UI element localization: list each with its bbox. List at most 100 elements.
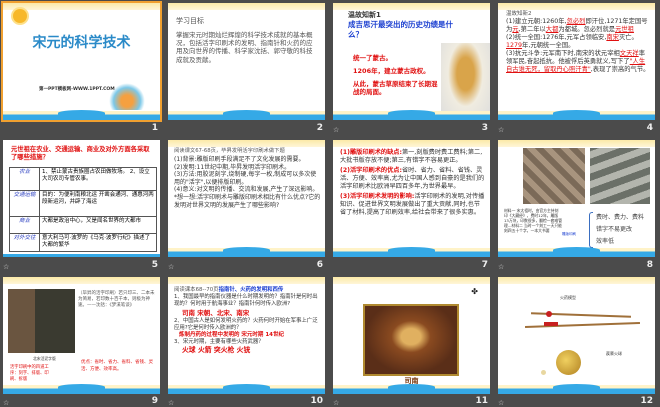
bullet-text: 掌握宋元时期灿烂辉煌的科学技术成就的基本概况，包括活字印刷术的发明、指南针和火药… xyxy=(176,31,313,64)
slide-number: 9 xyxy=(151,396,158,406)
slide-band xyxy=(3,277,160,284)
slide-wave xyxy=(498,247,655,257)
fireball-image xyxy=(556,350,581,375)
table-row: 对外交往 意大利马可·波罗的《马克·波罗行纪》描述了大都的繁华 xyxy=(9,233,157,252)
slide-thumbnail-10[interactable]: 阅读课本68--70页指南针、火药的发明和西传 1、我国最早的指南仪器是什么时期… xyxy=(168,277,325,394)
island-illustration xyxy=(106,80,148,110)
slide-thumbnail-11[interactable]: ✤ 司南 xyxy=(333,277,490,394)
slide-band xyxy=(168,277,325,284)
slide-wave xyxy=(498,384,655,394)
slide-thumbnail-1[interactable]: 宋元的科学技术 第一PPT模板网-WWW.1PPT.COM xyxy=(1,1,162,122)
animation-icon[interactable]: ☆ xyxy=(168,399,174,407)
rocket-label: 火药模型 xyxy=(560,295,576,300)
slide-band xyxy=(168,140,325,147)
bi-sheng-photo xyxy=(8,289,75,353)
slide-band xyxy=(333,140,490,147)
slide-thumbnail-2[interactable]: 学习目标 掌握宋元时期灿烂辉煌的科学技术成就的基本概况，包括活字印刷术的发明、指… xyxy=(168,3,325,120)
row-text: 大都是政治中心，又是闻名世界的大都市 xyxy=(39,216,157,234)
animation-icon[interactable]: ☆ xyxy=(3,263,9,271)
slide-number: 2 xyxy=(316,123,323,133)
row-text: 意大利马可·波罗的《马克·波罗行纪》描述了大都的繁华 xyxy=(39,233,157,252)
slide-thumbnail-8[interactable]: 材料一 宋太祖时，由官方主持刻印《大藏经》，费时12年，雕版13万块，印数很多，… xyxy=(498,140,655,257)
bullet: 从此，蒙古草原结束了长期混战的局面。 xyxy=(353,80,438,97)
slide-thumbnail-5[interactable]: 元世祖在农业、交通运输、商业及对外方面各采取了哪些措施？ 农业 1、禁止蒙古贵族圈… xyxy=(3,140,160,257)
slide-wave xyxy=(498,110,655,120)
slide-number: 1 xyxy=(151,123,158,133)
shen-kuo-quote: （毕昇的活字印刷）若只印三、二本未为简易，若印数十百千本，则极为神速。——沈括：… xyxy=(78,291,155,308)
slide-thumbnail-3[interactable]: 温故知新1 成吉思汗最突出的历史功绩是什么？ 统一了蒙古。 1206年，建立蒙古… xyxy=(333,3,490,120)
slide-band xyxy=(333,3,490,10)
sinan-compass-photo xyxy=(363,304,459,376)
animation-icon[interactable]: ☆ xyxy=(333,126,339,134)
slide-thumbnail-7[interactable]: (1)雕版印刷术的缺点:第一,刻版费时费工费料;第二,大批书版存放不便;第三,有… xyxy=(333,140,490,257)
advantages-text: 优点：省时、省力、省料、省钱、灵活、方便、效率高。 xyxy=(81,360,153,372)
slide-thumbnail-4[interactable]: 温故知新2 (1)建立元朝:1260年,忽必烈即汗位,1271年定国号为元,第二… xyxy=(498,3,655,120)
item-list: (1)背景:雕版印刷手段满足不了文化发展的需要。 (2)发明:11世纪中期,毕昇… xyxy=(174,156,321,209)
slide-number: 3 xyxy=(481,123,488,133)
slide-thumbnail-6[interactable]: 阅读课文67-68页，毕昇发明活字印刷术做下题 (1)背景:雕版印刷手段满足不了… xyxy=(168,140,325,257)
slide-number: 5 xyxy=(151,260,158,270)
slide-subtitle: 第一PPT模板网-WWW.1PPT.COM xyxy=(39,87,115,92)
row-head: 农业 xyxy=(9,167,40,191)
slide-number: 7 xyxy=(481,260,488,270)
slide-wave xyxy=(168,247,325,257)
slide-body: 阅读课本68--70页指南针、火药的发明和西传 1、我国最早的指南仪器是什么时期… xyxy=(174,287,321,355)
material-caption: 材料一 宋太祖时，由官方主持刻印《大藏经》，费时12年，雕版13万块，印数很多，… xyxy=(504,208,562,233)
process-text: 活字印刷中的四道工序：刻字、排版、印刷、拆版 xyxy=(10,365,49,382)
arrow-tube xyxy=(544,322,558,326)
slide-number: 12 xyxy=(640,396,653,406)
answer: 火球 火箭 突火枪 火铳 xyxy=(182,346,251,355)
list-item: *想一想:活字印刷术与雕版印刷术相比有什么优点?它的发明对世界文明的发展产生了哪… xyxy=(174,193,321,209)
animation-icon[interactable]: ☆ xyxy=(498,126,504,134)
slide-wave xyxy=(168,384,325,394)
slide-band xyxy=(333,277,490,284)
list-item: 效率低 xyxy=(596,238,615,245)
slide-band xyxy=(498,277,655,284)
slide-thumbnail-12[interactable]: 火药模型 蒺藜火球 xyxy=(498,277,655,394)
woodblock-photo-2 xyxy=(590,148,650,204)
brace xyxy=(589,212,593,248)
woodblock-label: 雕版印刷 xyxy=(562,232,576,236)
photo-caption: 北宋活泥字版 xyxy=(33,356,56,361)
question: 2、中国古人是如何发明火药的？火药何时开始在军事上广泛应用?它是何时传入欧洲的？ xyxy=(174,317,318,331)
row-head: 商业 xyxy=(9,216,40,234)
sun-icon xyxy=(13,9,27,23)
slide-number: 10 xyxy=(310,396,323,406)
slide-heading: 温故知新2 xyxy=(506,11,532,17)
row-text: 目的：为便利南粮北运 开凿会通河、通惠河两段新运河，并辟了海运 xyxy=(39,190,157,217)
bullet: 1206年，建立蒙古政权。 xyxy=(353,67,430,75)
row-head: 对外交往 xyxy=(9,233,40,252)
answer: 司南 宋朝、北宋、南宋 xyxy=(182,308,250,317)
slide-wave xyxy=(3,384,160,394)
slide-band xyxy=(498,140,655,147)
slide-band xyxy=(498,3,655,10)
woodblock-photo-1 xyxy=(523,148,585,204)
animation-icon[interactable]: ☆ xyxy=(498,263,504,271)
slide-wave xyxy=(333,384,490,394)
slide-wave xyxy=(3,254,160,257)
animation-icon[interactable]: ☆ xyxy=(168,263,174,271)
item-list: (1)雕版印刷术的缺点:第一,刻版费时费工费料;第二,大批书版存放不便;第三,有… xyxy=(340,149,486,217)
table-row: 农业 1、禁止蒙古贵族圈占农田做牧场。 2、设立大司农司专管农事。 xyxy=(9,167,157,191)
slide-question: 元世祖在农业、交通运输、商业及对外方面各采取了哪些措施？ xyxy=(11,146,150,161)
slide-number: 8 xyxy=(646,260,653,270)
animation-icon[interactable]: ☆ xyxy=(498,399,504,407)
animation-icon[interactable]: ☆ xyxy=(3,399,9,407)
list-item: (1)雕版印刷术的缺点:第一,刻版费时费工费料;第二,大批书版存放不便;第三,有… xyxy=(340,149,483,164)
animation-icon[interactable]: ☆ xyxy=(333,399,339,407)
slide-number: 6 xyxy=(316,260,323,270)
fire-arrow-image xyxy=(525,321,640,329)
fireball-label: 蒺藜火球 xyxy=(606,351,622,356)
slide-wave xyxy=(333,247,490,257)
slide-question: 成吉思汗最突出的历史功绩是什么？ xyxy=(348,20,453,39)
disadvantage-list: 费时、费力、费料 错字不易更改 效率低 xyxy=(596,212,644,248)
list-item: (4)意义:对文明的传播、交流和发展,产生了深远影响。 xyxy=(174,186,319,194)
slide-thumbnail-9[interactable]: （毕昇的活字印刷）若只印三、二本未为简易，若印数十百千本，则极为神速。——沈括：… xyxy=(3,277,160,394)
slide-wave xyxy=(333,110,490,120)
slide-wave xyxy=(168,110,325,120)
list-item: (3)方法:用胶泥刻字,烧制硬,每字一枚,制成可以多次使用的"活字",以便排版印… xyxy=(174,171,317,186)
bullet-heading: 学习目标 xyxy=(176,17,204,25)
slide-wave xyxy=(3,110,160,120)
list-item: (3)活字印刷术发明的影响:活字印刷术的发明,对传播知识、促进世界文明发展做出了… xyxy=(340,193,485,216)
measures-table: 农业 1、禁止蒙古贵族圈占农田做牧场。 2、设立大司农司专管农事。 交通运输 目的：… xyxy=(9,167,157,252)
